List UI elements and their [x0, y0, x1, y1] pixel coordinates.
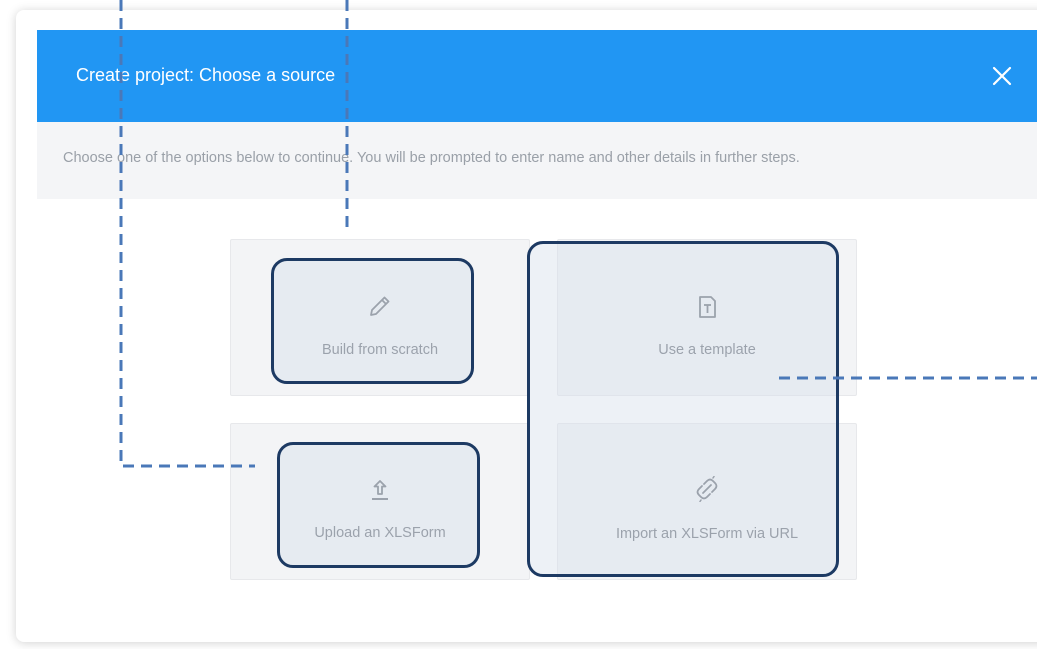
upload-xlsform-label: Upload an XLSForm — [314, 525, 446, 541]
import-xlsform-url-label: Import an XLSForm via URL — [615, 526, 799, 542]
build-from-scratch-label: Build from scratch — [321, 342, 439, 358]
use-template-label: Use a template — [658, 342, 756, 358]
pencil-icon — [370, 296, 390, 316]
template-icon — [699, 296, 716, 318]
modal-title: Create project: Choose a source — [76, 65, 336, 85]
create-project-modal: Create project: Choose a source Choose o… — [37, 30, 1037, 630]
close-icon — [992, 66, 1012, 86]
modal-header: Create project: Choose a source — [37, 30, 1037, 122]
link-icon — [696, 476, 718, 502]
modal-subheader: Choose one of the options below to conti… — [37, 122, 1037, 199]
upload-icon — [372, 480, 388, 500]
close-button[interactable] — [989, 63, 1015, 89]
upload-xlsform-button[interactable]: Upload an XLSForm — [230, 423, 530, 580]
import-xlsform-url-button[interactable]: Import an XLSForm via URL — [557, 423, 857, 580]
modal-description: Choose one of the options below to conti… — [63, 150, 800, 166]
build-from-scratch-button[interactable]: Build from scratch — [230, 239, 530, 396]
use-template-button[interactable]: Use a template — [557, 239, 857, 396]
page: Create project: Choose a source Choose o… — [0, 0, 1037, 649]
